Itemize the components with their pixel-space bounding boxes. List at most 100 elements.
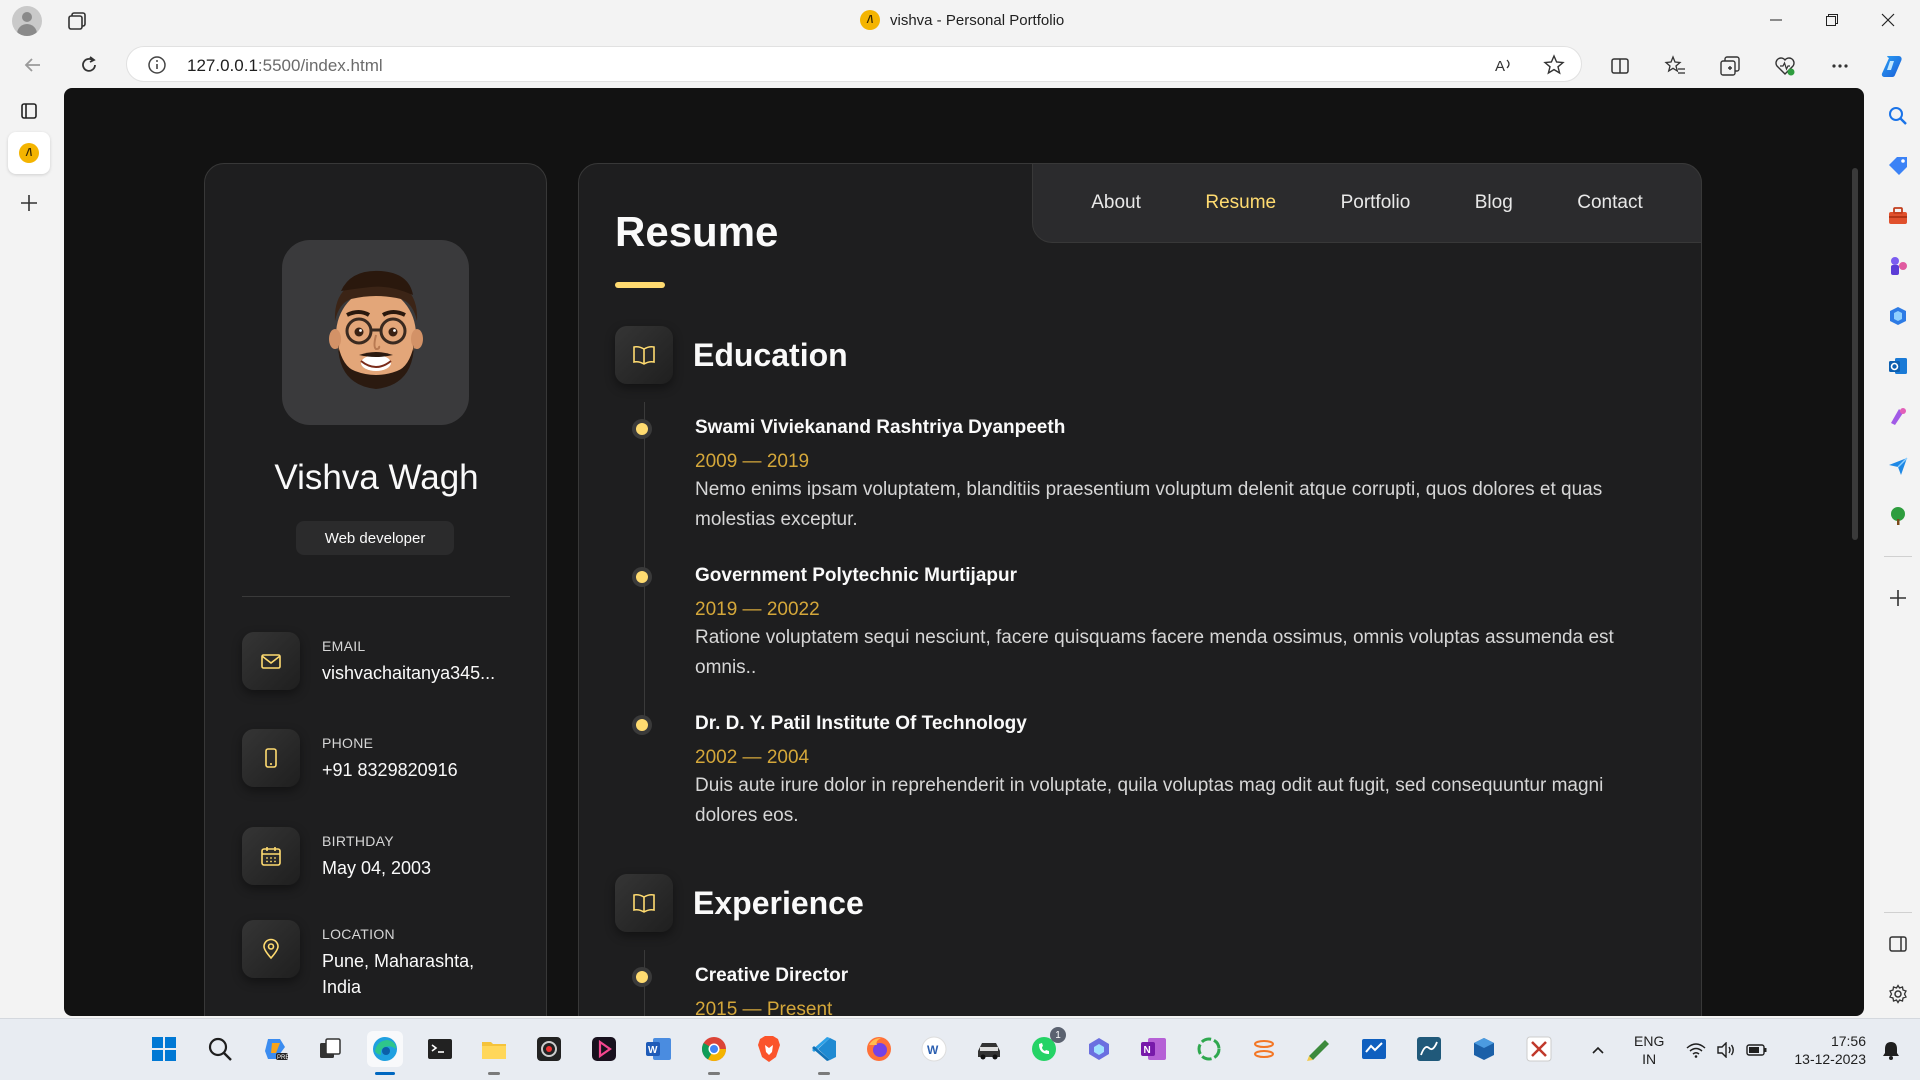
- sketch-tool-icon[interactable]: [1301, 1031, 1337, 1067]
- tab-actions-icon[interactable]: [66, 10, 88, 32]
- page-viewport: Vishva Wagh Web developer Email vishvach…: [64, 88, 1864, 1016]
- windows-taskbar: PRE W W 1 N ENG IN 17:56 13-12-2023: [0, 1018, 1920, 1080]
- split-screen-icon[interactable]: [1606, 52, 1634, 80]
- media-player-icon[interactable]: [586, 1031, 622, 1067]
- vertical-tab-strip: /\: [0, 88, 58, 1018]
- tab-actions-menu-icon[interactable]: [8, 90, 50, 132]
- phone-link[interactable]: +91 8329820916: [322, 757, 510, 783]
- whatsapp-icon[interactable]: 1: [1026, 1027, 1066, 1067]
- book-icon: [615, 326, 673, 384]
- avatar: [282, 240, 469, 425]
- tools-toolbox-icon[interactable]: [1884, 202, 1912, 230]
- windows-start-icon[interactable]: [146, 1031, 182, 1067]
- copilot-icon[interactable]: [1878, 52, 1906, 80]
- experience-heading: Experience: [615, 874, 864, 932]
- timeline-item-text: Nemo enims ipsam voluptatem, blanditiis …: [695, 479, 1603, 530]
- page-scrollbar[interactable]: [1852, 168, 1858, 540]
- chrome-icon[interactable]: [696, 1031, 732, 1075]
- system-tray-status[interactable]: [1686, 1019, 1768, 1080]
- contact-label: Birthday: [322, 833, 394, 849]
- whiteboard-icon[interactable]: [1356, 1031, 1392, 1067]
- region-code: IN: [1642, 1051, 1657, 1067]
- more-options-icon[interactable]: [1826, 52, 1854, 80]
- onenote-icon[interactable]: N: [1136, 1031, 1172, 1067]
- notifications-bell-icon[interactable]: [1876, 1019, 1906, 1080]
- sync-app-icon[interactable]: [1191, 1031, 1227, 1067]
- favorite-star-icon[interactable]: [1543, 54, 1565, 76]
- clock[interactable]: 17:56 13-12-2023: [1786, 1019, 1866, 1080]
- favorites-icon[interactable]: [1661, 52, 1689, 80]
- main-navbar: About Resume Portfolio Blog Contact: [1032, 163, 1702, 243]
- game-launcher-icon[interactable]: [971, 1031, 1007, 1067]
- designer-icon[interactable]: [1884, 402, 1912, 430]
- nav-blog[interactable]: Blog: [1475, 192, 1513, 214]
- nav-contact[interactable]: Contact: [1577, 192, 1642, 214]
- page-title: Resume: [615, 208, 779, 255]
- input-language-indicator[interactable]: ENG IN: [1634, 1019, 1664, 1080]
- nav-resume[interactable]: Resume: [1205, 192, 1276, 214]
- new-tab-plus-icon[interactable]: [8, 182, 50, 224]
- browser-toolbar: 127.0.0.1:5500/index.html A: [0, 40, 1920, 88]
- resume-article: About Resume Portfolio Blog Contact Resu…: [578, 163, 1702, 1016]
- url-text[interactable]: 127.0.0.1:5500/index.html: [187, 56, 383, 76]
- obs-recorder-icon[interactable]: [531, 1031, 567, 1067]
- hide-sidebar-icon[interactable]: [1884, 930, 1912, 958]
- email-link[interactable]: vishvachaitanya345...: [322, 660, 510, 686]
- timeline-dot: [636, 423, 648, 435]
- sidebar-settings-gear-icon[interactable]: [1884, 980, 1912, 1008]
- birthday-value: May 04, 2003: [322, 858, 432, 878]
- vscode-icon[interactable]: [806, 1031, 842, 1075]
- taskbar-search-icon[interactable]: [202, 1031, 238, 1067]
- collections-icon[interactable]: [1716, 52, 1744, 80]
- games-icon[interactable]: [1884, 252, 1912, 280]
- file-explorer-icon[interactable]: [476, 1031, 512, 1075]
- calendar-icon: [242, 827, 300, 885]
- show-hidden-icons-chevron-icon[interactable]: [1590, 1019, 1606, 1080]
- shopping-tag-icon[interactable]: [1884, 152, 1912, 180]
- word-icon[interactable]: W: [641, 1031, 677, 1067]
- copilot-app-icon[interactable]: [1081, 1031, 1117, 1067]
- back-arrow-icon[interactable]: [18, 50, 48, 80]
- brave-browser-icon[interactable]: [751, 1031, 787, 1067]
- restore-button[interactable]: [1804, 0, 1860, 40]
- virtualbox-icon[interactable]: [1466, 1031, 1502, 1067]
- read-aloud-icon[interactable]: A: [1493, 54, 1515, 76]
- firefox-icon[interactable]: [861, 1031, 897, 1067]
- tab-favicon-icon: /\: [19, 143, 39, 163]
- browser-essentials-icon[interactable]: [1771, 52, 1799, 80]
- copilot-preview-icon[interactable]: PRE: [258, 1031, 294, 1067]
- close-window-button[interactable]: [1860, 0, 1916, 40]
- education-timeline-line: [644, 402, 645, 720]
- rufus-icon[interactable]: [1521, 1031, 1557, 1067]
- svg-text:W: W: [927, 1043, 939, 1057]
- mysql-workbench-icon[interactable]: [1411, 1031, 1447, 1067]
- education-title: Education: [693, 336, 848, 373]
- address-bar[interactable]: 127.0.0.1:5500/index.html A: [126, 46, 1582, 82]
- timeline-item: Swami Viviekanand Rashtriya Dyanpeeth 20…: [636, 417, 1615, 535]
- minimize-button[interactable]: [1748, 0, 1804, 40]
- search-icon[interactable]: [1884, 102, 1912, 130]
- edge-browser-icon[interactable]: [367, 1031, 403, 1075]
- contact-label: Email: [322, 638, 366, 654]
- send-plane-icon[interactable]: [1884, 452, 1912, 480]
- jupyter-icon[interactable]: [1246, 1031, 1282, 1067]
- task-view-icon[interactable]: [312, 1031, 348, 1067]
- experience-timeline-line: [644, 950, 645, 1016]
- tab-vishva-portfolio[interactable]: /\: [8, 132, 50, 174]
- tree-icon[interactable]: [1884, 502, 1912, 530]
- refresh-icon[interactable]: [74, 50, 104, 80]
- site-info-icon[interactable]: [147, 55, 167, 75]
- word-app-icon[interactable]: W: [916, 1031, 952, 1067]
- terminal-icon[interactable]: [422, 1031, 458, 1067]
- contact-label: Location: [322, 926, 395, 942]
- outlook-icon[interactable]: [1884, 352, 1912, 380]
- timeline-item-title: Creative Director: [695, 965, 849, 986]
- timeline-item-date: 2002 — 2004: [695, 747, 810, 768]
- profile-avatar-icon[interactable]: [12, 6, 42, 36]
- timeline-item-date: 2015 — Present: [695, 999, 833, 1016]
- memoji-avatar-icon: [328, 270, 423, 389]
- nav-portfolio[interactable]: Portfolio: [1341, 192, 1411, 214]
- nav-about[interactable]: About: [1091, 192, 1141, 214]
- add-sidebar-app-icon[interactable]: [1884, 584, 1912, 612]
- microsoft-365-icon[interactable]: [1884, 302, 1912, 330]
